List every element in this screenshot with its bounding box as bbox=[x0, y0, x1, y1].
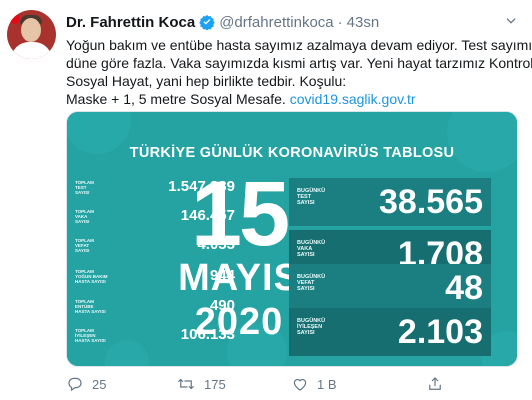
stat-label: TOPLAM YOĞUN BAKIM HASTA SAYISI bbox=[75, 269, 108, 284]
tweet-text-line: düne göre fazla. Vaka sayımızda kısmi ar… bbox=[66, 55, 532, 71]
like-count: 1 B bbox=[317, 376, 337, 392]
flag-pin-icon bbox=[10, 14, 20, 24]
date-year: 2020 bbox=[194, 301, 284, 343]
like-button[interactable]: 1 B bbox=[291, 374, 337, 394]
verified-badge-icon bbox=[199, 14, 215, 30]
retweet-count: 175 bbox=[204, 376, 226, 392]
share-icon bbox=[429, 377, 441, 390]
tweet-text-line: Maske + 1, 5 metre Sosyal Mesafe. covid1… bbox=[66, 90, 522, 108]
stat-label: BUGÜNKÜ VAKA SAYISI bbox=[297, 240, 326, 258]
stat-label: BUGÜNKÜ İYİLEŞEN SAYISI bbox=[297, 318, 326, 336]
tweet-text: Yoğun bakım ve entübe hasta sayımız azal… bbox=[66, 36, 532, 108]
stat-value: 38.565 bbox=[379, 183, 483, 221]
tweet-text-line: Yoğun bakım ve entübe hasta sayımız azal… bbox=[66, 37, 532, 53]
stat-today-test: BUGÜNKÜ TEST SAYISI 38.565 bbox=[289, 178, 491, 226]
author-handle[interactable]: @drfahrettinkoca bbox=[219, 14, 333, 31]
reply-icon bbox=[68, 377, 82, 392]
like-icon bbox=[293, 378, 307, 391]
stat-label: TOPLAM TEST SAYISI bbox=[75, 180, 94, 195]
share-button[interactable] bbox=[426, 374, 452, 394]
author-name[interactable]: Dr. Fahrettin Koca bbox=[66, 14, 195, 31]
stat-value: 2.103 bbox=[397, 313, 483, 351]
table-title: TÜRKİYE GÜNLÜK KORONAVİRÜS TABLOSU bbox=[129, 145, 455, 161]
stat-label: TOPLAM VAKA SAYISI bbox=[75, 209, 94, 224]
covid-table-image[interactable]: TÜRKİYE GÜNLÜK KORONAVİRÜS TABLOSU TOPLA… bbox=[66, 111, 518, 367]
tweet-text-last: Maske + 1, 5 metre Sosyal Mesafe. bbox=[66, 91, 286, 107]
stat-today-recovered: BUGÜNKÜ İYİLEŞEN SAYISI 2.103 bbox=[289, 308, 491, 356]
tweet-link[interactable]: covid19.saglik.gov.tr bbox=[290, 91, 416, 107]
stat-label: BUGÜNKÜ VEFAT SAYISI bbox=[297, 274, 326, 292]
tweet-header: Dr. Fahrettin Koca @drfahrettinkoca · 43… bbox=[66, 12, 379, 32]
stat-label: BUGÜNKÜ TEST SAYISI bbox=[297, 188, 326, 206]
separator: · bbox=[337, 13, 343, 31]
tweet-text-line: Sosyal Hayat, yani hep birlikte tedbir. … bbox=[66, 73, 347, 89]
reply-button[interactable]: 25 bbox=[66, 374, 106, 394]
retweet-button[interactable]: 175 bbox=[176, 374, 226, 394]
date-month: MAYIS bbox=[178, 257, 300, 299]
stat-label: TOPLAM İYİLEŞEN HASTA SAYISI bbox=[75, 328, 106, 343]
tweet-timestamp[interactable]: 43sn bbox=[347, 14, 380, 31]
tweet-actions: 25 175 1 B bbox=[66, 374, 486, 394]
stat-label: TOPLAM ENTÜBE HASTA SAYISI bbox=[75, 299, 106, 314]
reply-count: 25 bbox=[92, 376, 107, 392]
stat-label: TOPLAM VEFAT SAYISI bbox=[75, 238, 94, 253]
tweet[interactable]: Dr. Fahrettin Koca @drfahrettinkoca · 43… bbox=[0, 0, 532, 400]
stat-value: 48 bbox=[445, 269, 483, 307]
retweet-icon bbox=[178, 378, 194, 390]
stat-today-deaths: BUGÜNKÜ VEFAT SAYISI 48 bbox=[289, 264, 491, 312]
chevron-down-icon[interactable] bbox=[504, 14, 518, 33]
date-day: 15 bbox=[190, 163, 290, 265]
avatar[interactable] bbox=[7, 10, 56, 59]
